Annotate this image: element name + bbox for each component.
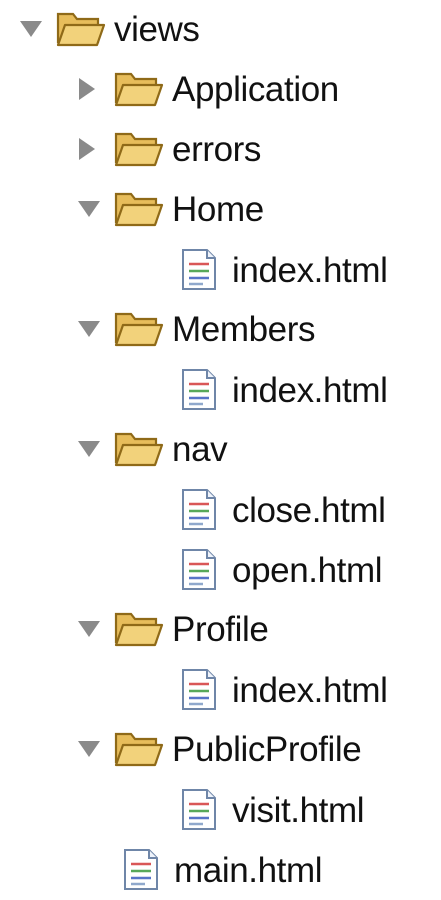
html-file-icon [178,667,220,713]
project-file-tree: views Application errors Home index.html… [0,0,441,890]
tree-item-label: errors [172,129,261,169]
triangle-down-icon[interactable] [76,429,104,469]
tree-item-label: index.html [232,370,388,410]
folder-open-icon [112,727,166,771]
tree-item-label: index.html [232,670,388,710]
tree-item-label: close.html [232,490,386,530]
tree-item-label: Home [172,189,264,229]
folder-open-icon [112,607,166,651]
tree-item-label: Members [172,309,316,349]
tree-folder-home[interactable]: Home [76,179,264,239]
triangle-down-icon[interactable] [76,189,104,229]
folder-open-icon [112,427,166,471]
tree-file-nav-close[interactable]: close.html [178,480,386,540]
tree-folder-profile[interactable]: Profile [76,599,269,659]
tree-folder-nav[interactable]: nav [76,419,228,479]
html-file-icon [178,247,220,293]
tree-item-label: open.html [232,550,383,590]
tree-file-publicprofile-visit[interactable]: visit.html [178,780,365,840]
triangle-down-icon[interactable] [18,9,46,49]
triangle-down-icon[interactable] [76,309,104,349]
tree-item-label: PublicProfile [172,729,362,769]
tree-item-label: Profile [172,609,269,649]
triangle-down-icon[interactable] [76,609,104,649]
tree-folder-errors[interactable]: errors [76,119,261,179]
html-file-icon [178,547,220,593]
triangle-right-icon[interactable] [76,129,104,169]
folder-open-icon [112,127,166,171]
tree-item-label: index.html [232,250,388,290]
tree-file-main[interactable]: main.html [120,840,323,900]
tree-item-label: visit.html [232,790,365,830]
folder-open-icon [112,67,166,111]
tree-file-home-index[interactable]: index.html [178,240,388,300]
html-file-icon [120,847,162,893]
html-file-icon [178,487,220,533]
tree-file-nav-open[interactable]: open.html [178,540,383,600]
html-file-icon [178,787,220,833]
tree-folder-publicprofile[interactable]: PublicProfile [76,719,362,779]
folder-open-icon [112,307,166,351]
tree-item-label: main.html [174,850,323,890]
tree-file-profile-index[interactable]: index.html [178,660,388,720]
tree-file-members-index[interactable]: index.html [178,360,388,420]
triangle-down-icon[interactable] [76,729,104,769]
html-file-icon [178,367,220,413]
tree-item-label: views [114,9,200,49]
folder-open-icon [54,7,108,51]
folder-open-icon [112,187,166,231]
tree-folder-views[interactable]: views [18,0,200,59]
tree-folder-application[interactable]: Application [76,59,339,119]
tree-item-label: nav [172,429,228,469]
tree-item-label: Application [172,69,339,109]
triangle-right-icon[interactable] [76,69,104,109]
tree-folder-members[interactable]: Members [76,299,315,359]
